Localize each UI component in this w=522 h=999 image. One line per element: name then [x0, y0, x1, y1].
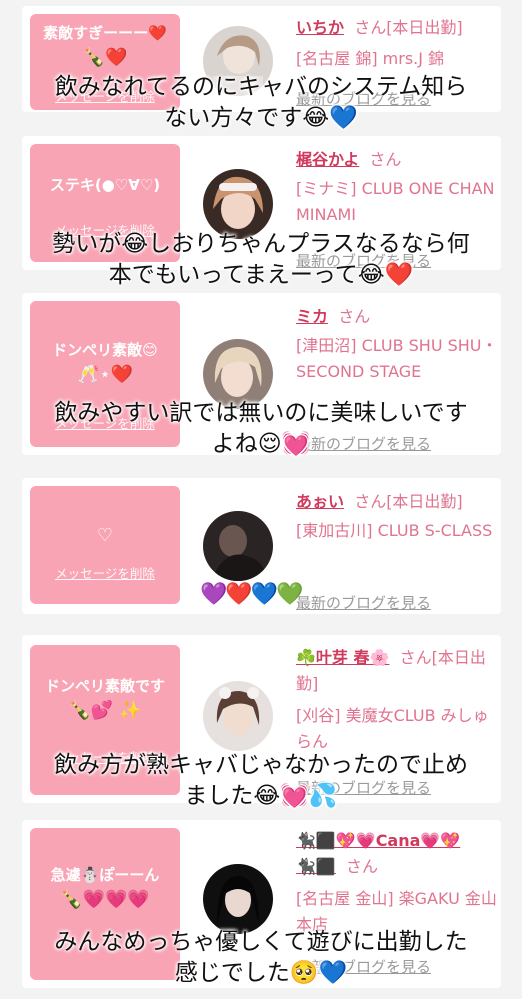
message-text: ステキ(●♡∀♡) — [49, 176, 161, 194]
delete-message-link[interactable]: メッセージを削除 — [30, 563, 180, 582]
message-bubble: ♡ メッセージを削除 — [30, 486, 180, 604]
overlay-caption: みんなめっちゃ優しくて遊びに出勤した 感じでした🥺💙 — [0, 927, 522, 989]
girl-name-link[interactable]: あぉい — [296, 492, 344, 511]
message-text: ♡ — [96, 525, 114, 546]
name-suffix: さん[本日出勤] — [354, 18, 463, 37]
message-text: 素敵すぎーーー❤️ — [43, 24, 167, 42]
girl-info: 🐈‍⬛⬛💖💗Cana💗💖🐈‍⬛⬛ さん [名古屋 金山] 楽GAKU 金山本店 … — [296, 828, 501, 976]
message-emoji: 🍾💗💗💗 — [60, 889, 150, 910]
message-text: ドンペリ素敵😊 — [52, 341, 158, 359]
store-text: [名古屋 錦] mrs.J 錦 — [296, 49, 445, 68]
caption-line: 感じでした🥺💙 — [174, 960, 348, 986]
emoji-hearts-row: 💜❤️💙💚 — [200, 582, 304, 607]
store-text: [刈谷] 美魔女CLUB みしゅらん — [296, 706, 489, 751]
message-text: ドンペリ素敵です — [44, 677, 165, 695]
caption-line: みんなめっちゃ優しくて遊びに出勤した — [54, 929, 468, 955]
name-suffix: さん — [369, 150, 402, 169]
caption-line: 飲みなれてるのにキャバのシステム知ら — [54, 74, 468, 100]
avatar[interactable] — [203, 511, 273, 581]
message-emoji: 🥂⋆❤️ — [76, 364, 134, 385]
message-emoji: 🍾💕 ✨ — [68, 700, 142, 721]
girl-name-link[interactable]: ミカ — [296, 307, 328, 326]
overlay-caption: 飲み方が熟キャバじゃなかったので止め ました😂💓💦 — [0, 750, 522, 812]
name-suffix: さん[本日出勤] — [354, 492, 463, 511]
avatar[interactable] — [203, 681, 273, 751]
store-text: [東加古川] CLUB S-CLASS — [296, 521, 493, 540]
girl-info: ☘️叶芽 春🌸 さん[本日出勤] [刈谷] 美魔女CLUB みしゅらん 最新のブ… — [296, 645, 501, 797]
girl-name-link[interactable]: ☘️叶芽 春🌸 — [296, 648, 389, 667]
girl-info: いちか さん[本日出勤] [名古屋 錦] mrs.J 錦 最新のブログを見る — [296, 14, 501, 108]
caption-line: ない方々です😂💙 — [164, 105, 358, 131]
caption-line: 勢いが😂しおりちゃんプラスなるなら何 — [52, 231, 470, 257]
girl-info: 梶谷かよ さん [ミナミ] CLUB ONE CHAN MINAMI 最新のブロ… — [296, 146, 501, 270]
store-text: [津田沼] CLUB SHU SHU・SECOND STAGE — [296, 336, 498, 381]
avatar[interactable] — [203, 864, 273, 934]
name-suffix: さん — [346, 857, 379, 876]
caption-line: ました😂💓💦 — [184, 783, 338, 809]
girl-name-link[interactable]: 梶谷かよ — [296, 150, 359, 169]
message-emoji: 🍾❤️ — [82, 47, 128, 68]
caption-line: よね😌💓 — [211, 431, 311, 457]
girl-info: ミカ さん [津田沼] CLUB SHU SHU・SECOND STAGE 最新… — [296, 303, 501, 453]
store-text: [ミナミ] CLUB ONE CHAN MINAMI — [296, 179, 495, 224]
name-suffix: さん — [338, 307, 371, 326]
girl-name-link[interactable]: 🐈‍⬛⬛💖💗Cana💗💖🐈‍⬛⬛ — [296, 831, 460, 876]
message-text: 急遽☃️ぽーーん — [50, 866, 160, 884]
caption-line: 本でもいってまえーって😂❤️ — [108, 262, 414, 288]
overlay-caption: 飲みなれてるのにキャバのシステム知ら ない方々です😂💙 — [0, 72, 522, 134]
girl-name-link[interactable]: いちか — [296, 18, 344, 37]
caption-line: 飲み方が熟キャバじゃなかったので止め — [54, 752, 468, 778]
overlay-caption: 勢いが😂しおりちゃんプラスなるなら何 本でもいってまえーって😂❤️ — [0, 229, 522, 291]
girl-info: あぉい さん[本日出勤] [東加古川] CLUB S-CLASS 最新のブログを… — [296, 488, 501, 612]
caption-line: 飲みやすい訳では無いのに美味しいです — [54, 400, 468, 426]
overlay-caption: 飲みやすい訳では無いのに美味しいです よね😌💓 — [0, 398, 522, 460]
latest-blog-link[interactable]: 最新のブログを見る — [296, 592, 431, 613]
